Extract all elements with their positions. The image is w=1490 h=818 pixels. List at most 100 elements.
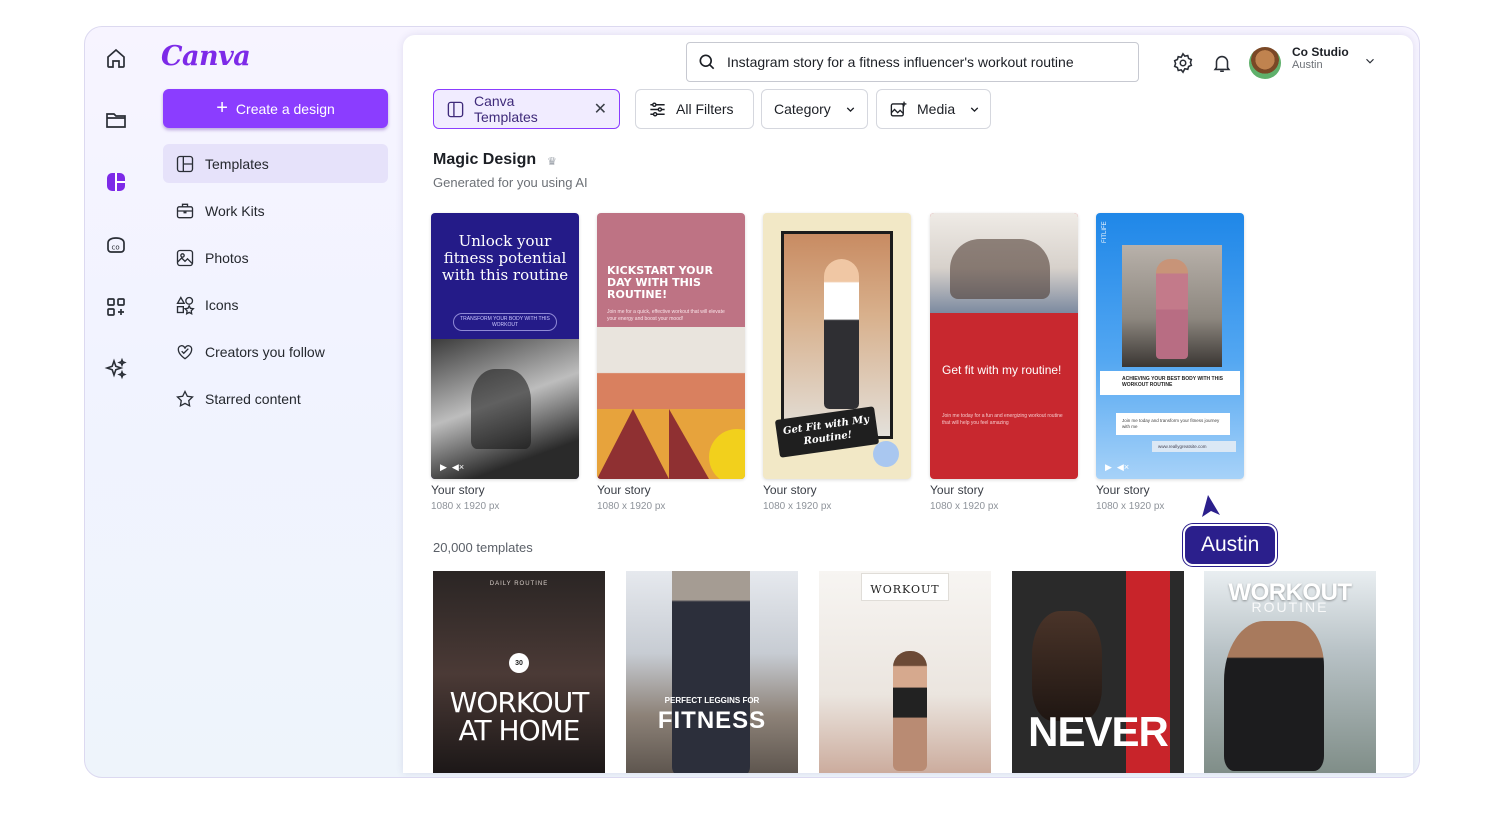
template-title: WORKOUT	[861, 573, 949, 601]
card-caption: Your story	[431, 483, 485, 497]
briefcase-icon	[176, 203, 194, 218]
folder-icon[interactable]	[102, 106, 130, 134]
sidebar-item-starred[interactable]: Starred content	[163, 379, 388, 418]
card-brand: FITLIFE	[1102, 221, 1108, 243]
shapes-icon	[176, 295, 195, 315]
sidebar-item-creators[interactable]: Creators you follow	[163, 332, 388, 371]
template-card-2[interactable]: PERFECT LEGGINS FOR FITNESS	[626, 571, 798, 773]
card-size: 1080 x 1920 px	[431, 501, 500, 512]
search-icon	[699, 54, 715, 70]
card-caption: Your story	[930, 483, 984, 497]
home-icon[interactable]	[102, 44, 130, 72]
template-title: WORKOUT AT HOME	[449, 686, 590, 747]
card-title: Unlock your fitness potential with this …	[441, 232, 569, 284]
create-design-button[interactable]: + Create a design	[163, 89, 388, 128]
card-title: ACHIEVING YOUR BEST BODY WITH THIS WORKO…	[1100, 371, 1240, 395]
collaborator-label: Austin	[1183, 524, 1278, 566]
template-title: NEVER	[1028, 708, 1169, 755]
template-subtitle: ROUTINE	[1251, 599, 1329, 615]
close-icon[interactable]: ✕	[594, 99, 607, 119]
magic-card-5[interactable]: FITLIFE ACHIEVING YOUR BEST BODY WITH TH…	[1096, 213, 1244, 479]
card-url: www.reallygreatsite.com	[1152, 441, 1236, 452]
avatar[interactable]	[1249, 47, 1281, 79]
card-size: 1080 x 1920 px	[1096, 501, 1165, 512]
photo	[431, 339, 579, 479]
chevron-down-icon[interactable]	[1363, 54, 1377, 68]
template-card-5[interactable]: WORKOUT ROUTINE	[1204, 571, 1376, 773]
all-filters-button[interactable]: All Filters	[635, 89, 754, 129]
svg-text:co: co	[112, 244, 120, 252]
triangle-shape	[669, 409, 709, 479]
sliders-icon	[650, 101, 665, 117]
photo	[597, 327, 745, 410]
card-text: Join me today for a fun and energizing w…	[942, 413, 1063, 426]
section-subtitle: Generated for you using AI	[433, 175, 588, 190]
chevron-down-icon	[846, 106, 855, 112]
plus-icon: +	[216, 96, 228, 119]
play-mute-controls[interactable]: ▶ ◀×	[440, 462, 464, 473]
image-plus-icon	[890, 101, 907, 117]
template-card-4[interactable]: NEVER	[1012, 571, 1184, 773]
app-frame: co Canva + Create a design Templates Wor…	[84, 26, 1420, 778]
card-text: Join me for a quick, effective workout t…	[607, 309, 725, 322]
card-size: 1080 x 1920 px	[597, 501, 666, 512]
sidebar-item-icons[interactable]: Icons	[163, 285, 388, 324]
icon-rail: co	[85, 27, 147, 777]
magic-icon[interactable]	[102, 355, 130, 383]
canva-logo[interactable]: Canva	[161, 41, 251, 72]
template-kicker: DAILY ROUTINE	[489, 581, 549, 587]
photo	[781, 231, 893, 439]
template-count: 20,000 templates	[433, 540, 533, 555]
magic-card-4[interactable]: Get fit with my routine! Join me today f…	[930, 213, 1078, 479]
brand-icon[interactable]: co	[102, 231, 130, 259]
section-title: Magic Design	[433, 151, 537, 168]
template-kicker: PERFECT LEGGINS FOR	[664, 696, 760, 705]
templates-icon	[447, 101, 464, 117]
card-tag: TRANSFORM YOUR BODY WITH THIS WORKOUT	[453, 313, 557, 331]
card-caption: Your story	[763, 483, 817, 497]
magic-card-2[interactable]: KICKSTART YOUR DAY WITH THIS ROUTINE! Jo…	[597, 213, 745, 479]
photo	[930, 213, 1078, 313]
star-icon	[176, 389, 194, 407]
bell-icon[interactable]	[1211, 52, 1233, 74]
main-panel: Instagram story for a fitness influencer…	[403, 35, 1413, 773]
card-title: KICKSTART YOUR DAY WITH THIS ROUTINE!	[607, 264, 713, 301]
media-dropdown[interactable]: Media	[876, 89, 991, 129]
search-input[interactable]: Instagram story for a fitness influencer…	[686, 42, 1139, 82]
sidebar-item-templates[interactable]: Templates	[163, 144, 388, 183]
card-text: Join me today and transform your fitness…	[1116, 413, 1230, 435]
template-minutes: 30	[509, 653, 529, 673]
photo	[1032, 611, 1102, 721]
user-name[interactable]: Co Studio	[1292, 45, 1349, 59]
gear-icon[interactable]	[1172, 52, 1194, 74]
sidebar-item-photos[interactable]: Photos	[163, 238, 388, 277]
magic-card-1[interactable]: Unlock your fitness potential with this …	[431, 213, 579, 479]
chevron-down-icon	[970, 106, 979, 112]
card-caption: Your story	[597, 483, 651, 497]
card-size: 1080 x 1920 px	[930, 501, 999, 512]
triangle-shape	[597, 409, 669, 479]
magic-card-3[interactable]: Get Fit with My Routine!	[763, 213, 911, 479]
card-title: Get fit with my routine!	[942, 363, 1062, 377]
crown-icon: ♛	[547, 156, 557, 168]
play-mute-controls[interactable]: ▶ ◀×	[1105, 462, 1129, 473]
template-card-1[interactable]: DAILY ROUTINE 30 WORKOUT AT HOME	[433, 571, 605, 773]
templates-icon	[176, 155, 194, 172]
sidebar-nav: Templates Work Kits Photos Icons Creator…	[163, 144, 388, 426]
template-title: FITNESS	[657, 707, 767, 734]
photo	[1122, 245, 1222, 367]
templates-icon[interactable]	[102, 168, 130, 196]
card-size: 1080 x 1920 px	[763, 501, 832, 512]
collaborator-cursor-icon	[1202, 495, 1220, 517]
star-shape	[873, 441, 899, 467]
template-card-3[interactable]: WORKOUT	[819, 571, 991, 773]
filter-chip-canva-templates[interactable]: Canva Templates ✕	[433, 89, 620, 129]
apps-icon[interactable]	[102, 293, 130, 321]
photo-icon	[176, 249, 194, 266]
card-caption: Your story	[1096, 483, 1150, 497]
heart-icon	[177, 344, 193, 359]
sidebar: Canva + Create a design Templates Work K…	[147, 27, 401, 777]
category-dropdown[interactable]: Category	[761, 89, 868, 129]
sidebar-item-work-kits[interactable]: Work Kits	[163, 191, 388, 230]
user-team: Austin	[1292, 59, 1323, 71]
